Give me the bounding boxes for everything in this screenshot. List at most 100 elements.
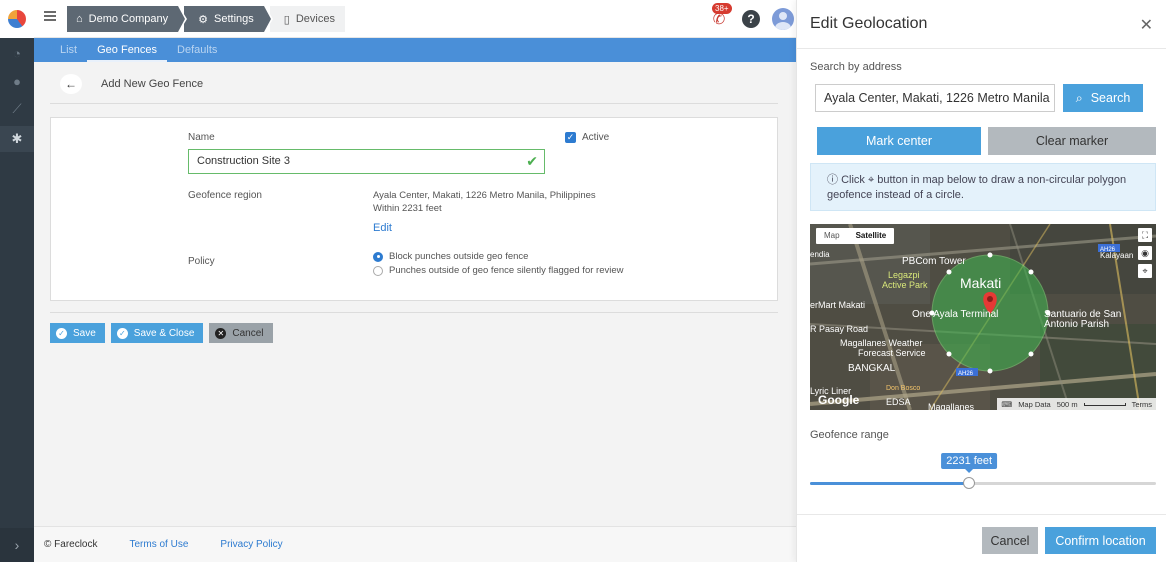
name-label: Name xyxy=(188,132,215,143)
map-scale: 500 m xyxy=(1056,399,1078,409)
polygon-tool-icon: ⌖ xyxy=(867,174,875,186)
save-close-label: Save & Close xyxy=(133,327,195,339)
privacy-link[interactable]: Privacy Policy xyxy=(220,539,282,550)
svg-text:R Pasay Road: R Pasay Road xyxy=(810,324,868,334)
map-view[interactable]: PBCom Tower Legazpi Active Park Makati e… xyxy=(810,224,1156,410)
map-attribution: ⌨ Map Data 500 m Terms xyxy=(997,398,1156,410)
mark-center-button[interactable]: Mark center xyxy=(817,127,981,155)
breadcrumb-settings[interactable]: ⚙ Settings xyxy=(184,6,273,32)
close-circle-icon: ✕ xyxy=(215,327,227,339)
radio-selected-icon xyxy=(373,251,383,262)
notification-badge: 38+ xyxy=(712,3,732,14)
policy-option-label: Block punches outside geo fence xyxy=(389,251,529,262)
map-terms-link[interactable]: Terms xyxy=(1132,400,1152,409)
footer: © Fareclock Terms of Use Privacy Policy xyxy=(34,526,796,562)
modal-title: Edit Geolocation xyxy=(810,15,928,32)
info-message: ⓘ Click ⌖ button in map below to draw a … xyxy=(810,163,1156,211)
fullscreen-icon[interactable]: ⛶ xyxy=(1138,228,1152,242)
tab-geo-fences[interactable]: Geo Fences xyxy=(87,38,168,62)
map-data-link[interactable]: Map Data xyxy=(1018,400,1051,409)
cancel-label: Cancel xyxy=(232,327,264,339)
svg-text:EDSA: EDSA xyxy=(886,397,911,407)
svg-text:Forecast Service: Forecast Service xyxy=(858,348,926,358)
breadcrumb-label: Devices xyxy=(295,13,335,25)
divider xyxy=(797,48,1166,49)
address-search-input[interactable]: Ayala Center, Makati, 1226 Metro Manila xyxy=(815,84,1055,112)
expand-sidebar-icon[interactable]: › xyxy=(0,528,34,562)
svg-text:endia: endia xyxy=(810,250,830,259)
polygon-draw-icon[interactable]: ⌖ xyxy=(1138,264,1152,278)
active-label: Active xyxy=(582,132,610,143)
svg-text:Makati: Makati xyxy=(960,275,1001,291)
breadcrumb-devices[interactable]: ▯ Devices xyxy=(269,6,345,32)
back-arrow-icon[interactable]: ← xyxy=(60,74,82,94)
scale-bar xyxy=(1083,402,1126,406)
confirm-location-button[interactable]: Confirm location xyxy=(1045,527,1156,554)
info-circle-icon: ⓘ xyxy=(827,174,838,186)
active-checkbox[interactable]: ✓ Active xyxy=(565,132,609,143)
notifications-icon[interactable]: ✆ 38+ xyxy=(708,3,732,30)
checkbox-checked-icon: ✓ xyxy=(565,132,576,143)
svg-text:Magallanes Weather: Magallanes Weather xyxy=(840,338,922,348)
divider xyxy=(50,312,778,313)
cancel-button[interactable]: ✕ Cancel xyxy=(209,323,273,343)
tab-defaults[interactable]: Defaults xyxy=(167,38,227,62)
save-label: Save xyxy=(73,327,96,339)
main-content: ← Add New Geo Fence Name Construction Si… xyxy=(34,62,796,526)
reports-chart-icon[interactable]: ⟋ xyxy=(0,96,34,122)
check-circle-icon: ✓ xyxy=(56,327,67,339)
policy-option-flag[interactable]: Punches outside of geo fence silently fl… xyxy=(373,265,623,276)
clear-marker-button[interactable]: Clear marker xyxy=(988,127,1156,155)
help-icon[interactable]: ? xyxy=(742,10,760,28)
region-address: Ayala Center, Makati, 1226 Metro Manila,… xyxy=(373,190,596,201)
terms-link[interactable]: Terms of Use xyxy=(130,539,189,550)
keyboard-shortcuts-icon[interactable]: ⌨ xyxy=(1001,400,1012,409)
policy-label: Policy xyxy=(188,256,215,267)
dashboard-icon[interactable]: ◔ xyxy=(0,40,34,66)
map-type-satellite[interactable]: Satellite xyxy=(848,228,895,244)
app-logo[interactable] xyxy=(0,0,34,38)
map-type-map[interactable]: Map xyxy=(816,228,848,244)
slider-thumb[interactable] xyxy=(963,477,976,489)
close-icon[interactable]: ✕ xyxy=(1140,15,1153,35)
svg-text:AH26: AH26 xyxy=(958,371,974,377)
breadcrumb-label: Demo Company xyxy=(88,13,169,25)
breadcrumb: ⌂ Demo Company ⚙ Settings ▯ Devices xyxy=(67,6,351,32)
range-slider[interactable]: 2231 feet xyxy=(810,453,1156,489)
edit-geolocation-panel: Edit Geolocation ✕ Search by address Aya… xyxy=(796,0,1166,562)
satellite-map: PBCom Tower Legazpi Active Park Makati e… xyxy=(810,224,1156,410)
locate-icon[interactable]: ◉ xyxy=(1138,246,1152,260)
breadcrumb-company[interactable]: ⌂ Demo Company xyxy=(67,6,188,32)
name-value: Construction Site 3 xyxy=(197,155,290,167)
svg-text:Magallanes: Magallanes xyxy=(928,402,975,410)
save-button[interactable]: ✓ Save xyxy=(50,323,105,343)
edit-region-link[interactable]: Edit xyxy=(373,222,392,234)
policy-option-block[interactable]: Block punches outside geo fence xyxy=(373,251,528,262)
range-value-tooltip: 2231 feet xyxy=(941,453,998,473)
search-button[interactable]: ⌕ Search xyxy=(1063,84,1143,112)
search-icon: ⌕ xyxy=(1075,90,1083,105)
user-avatar[interactable] xyxy=(772,8,794,30)
region-details: Ayala Center, Makati, 1226 Metro Manila,… xyxy=(373,189,596,215)
modal-cancel-button[interactable]: Cancel xyxy=(982,527,1038,554)
tab-list[interactable]: List xyxy=(50,38,87,62)
svg-text:Don Bosco: Don Bosco xyxy=(886,385,920,392)
top-bar: ⌂ Demo Company ⚙ Settings ▯ Devices ✆ 38+… xyxy=(34,0,796,38)
hamburger-menu-icon[interactable] xyxy=(44,11,56,21)
svg-text:Legazpi: Legazpi xyxy=(888,270,920,280)
home-icon: ⌂ xyxy=(76,13,83,25)
settings-gear-icon[interactable]: ✱ xyxy=(0,126,34,152)
valid-check-icon: ✔ xyxy=(526,153,538,169)
breadcrumb-label: Settings xyxy=(214,13,254,25)
svg-text:erMart Makati: erMart Makati xyxy=(810,300,865,310)
check-circle-icon: ✓ xyxy=(116,327,128,339)
name-field[interactable]: Construction Site 3 ✔ xyxy=(188,149,545,174)
gear-icon: ⚙ xyxy=(198,13,209,26)
fareclock-logo-icon xyxy=(8,10,26,28)
users-icon[interactable]: ● xyxy=(0,68,34,94)
policy-option-label: Punches outside of geo fence silently fl… xyxy=(389,265,624,276)
svg-text:PBCom Tower: PBCom Tower xyxy=(902,256,966,267)
save-close-button[interactable]: ✓ Save & Close xyxy=(110,323,204,343)
search-label: Search by address xyxy=(810,61,902,73)
region-radius: Within 2231 feet xyxy=(373,203,442,214)
